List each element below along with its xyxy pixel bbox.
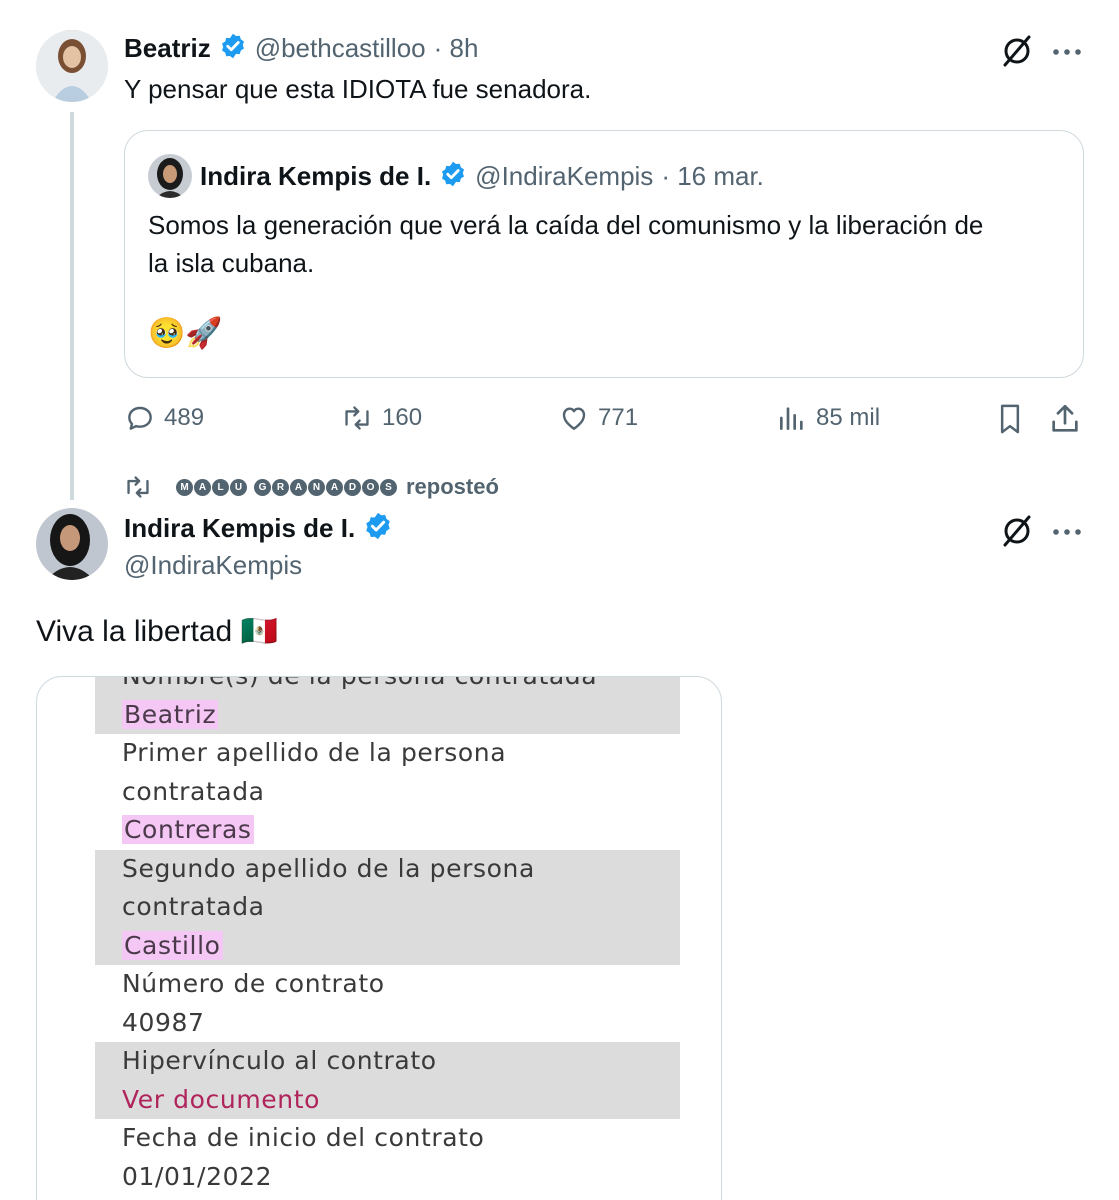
doc-row-segundo-apellido: Segundo apellido de la persona contratad… [95, 849, 680, 965]
quote-header: Indira Kempis de I. @IndiraKempis · 16 m… [200, 158, 764, 194]
mexico-flag-emoji: 🇲🇽 [240, 615, 278, 648]
avatar-photo [148, 154, 192, 198]
tweet2-text: Viva la libertad [36, 615, 233, 648]
like-count: 771 [598, 404, 639, 431]
repost-count: 160 [382, 404, 423, 431]
doc-row-nombre: Nombre(s) de la persona contratada Beatr… [95, 677, 680, 734]
doc-value-highlighted: Contreras [122, 815, 254, 844]
tweet1-text: Y pensar que esta IDIOTA fue senadora. [124, 74, 592, 104]
doc-row-numero-contrato: Número de contrato 40987 [95, 965, 680, 1042]
reposter-name[interactable]: MALUGRANADOS [176, 478, 398, 496]
doc-row-fecha-inicio: Fecha de inicio del contrato 01/01/2022 [95, 1119, 680, 1196]
reposter-name-letter: R [272, 478, 289, 496]
reposter-name-letter: A [326, 478, 343, 496]
reply-count: 489 [164, 404, 205, 431]
tweet1-author-name[interactable]: Beatriz [124, 33, 211, 64]
reposter-name-letter: N [308, 478, 325, 496]
more-options-icon[interactable] [1052, 44, 1082, 55]
quote-author-name[interactable]: Indira Kempis de I. [200, 161, 431, 192]
quote-text-line-1: Somos la generación que verá la caída de… [148, 210, 984, 240]
tweet2-header: Indira Kempis de I. [124, 510, 393, 546]
bookmark-icon[interactable] [994, 402, 1026, 441]
repost-button[interactable]: 160 [340, 402, 422, 434]
avatar-beatriz[interactable] [36, 30, 108, 102]
quote-timestamp: · 16 mar. [661, 160, 764, 191]
quote-handle: @IndiraKempis [475, 160, 654, 191]
verified-badge-icon [439, 160, 467, 193]
doc-label: Segundo apellido de la persona [122, 853, 535, 883]
quote-text-line-2: la isla cubana. [148, 248, 315, 278]
tweet1-header: Beatriz @bethcastilloo · 8h [124, 30, 478, 66]
reposter-name-letter: D [344, 478, 361, 496]
thread-connector-line [70, 112, 74, 500]
quote-emojis: 🥹🚀 [148, 317, 223, 350]
reposter-name-letter: A [290, 478, 307, 496]
document-table: Nombre(s) de la persona contratada Beatr… [95, 677, 680, 1196]
quote-avatar[interactable] [148, 154, 192, 198]
tweet2-handle[interactable]: @IndiraKempis [124, 548, 302, 582]
reposter-name-letter: G [254, 478, 271, 496]
analytics-icon [780, 407, 803, 430]
heart-icon [562, 407, 586, 430]
tweet2-author-name[interactable]: Indira Kempis de I. [124, 513, 355, 544]
reposter-name-letter: A [194, 478, 211, 496]
reply-icon [128, 406, 152, 430]
share-icon[interactable] [1048, 402, 1082, 441]
doc-label: Número de contrato [122, 969, 385, 998]
doc-value-highlighted: Castillo [122, 930, 223, 960]
reposter-name-letter: S [380, 478, 397, 496]
views-button[interactable]: 85 mil [776, 402, 880, 434]
avatar-photo [36, 508, 108, 580]
doc-row-hipervinculo: Hipervínculo al contrato Ver documento [95, 1042, 680, 1119]
doc-value: 01/01/2022 [122, 1161, 273, 1191]
tweet1-handle[interactable]: @bethcastilloo [255, 33, 426, 64]
reposter-name-letter: O [362, 478, 379, 496]
doc-label: Hipervínculo al contrato [122, 1046, 437, 1075]
repost-context-bar: MALUGRANADOS reposteó [122, 474, 499, 500]
verified-badge-icon [363, 511, 393, 546]
avatar-photo [36, 30, 108, 102]
reposter-name-letter: L [212, 478, 229, 496]
repost-icon [127, 476, 149, 498]
repost-icon [345, 406, 369, 430]
tweet2-text-block: Viva la libertad 🇲🇽 [36, 612, 278, 652]
quote-text: Somos la generación que verá la caída de… [148, 206, 983, 282]
more-options-icon[interactable] [1052, 524, 1082, 535]
doc-label: Primer apellido de la persona [122, 738, 507, 767]
doc-row-primer-apellido: Primer apellido de la persona contratada… [95, 734, 680, 850]
doc-label: contratada [122, 892, 265, 921]
tweet1-timestamp[interactable]: · 8h [434, 33, 479, 64]
doc-value-highlighted: Beatriz [122, 699, 219, 729]
grok-icon[interactable] [1000, 514, 1034, 548]
like-button[interactable]: 771 [558, 402, 638, 434]
doc-label: Fecha de inicio del contrato [122, 1123, 485, 1152]
reposted-label: reposteó [406, 474, 499, 499]
reposter-name-letter: M [176, 478, 193, 496]
views-count: 85 mil [816, 404, 881, 431]
doc-label: contratada [122, 776, 265, 806]
grok-icon[interactable] [1000, 34, 1034, 68]
verified-badge-icon [219, 32, 247, 65]
reply-button[interactable]: 489 [124, 402, 204, 434]
doc-link-ver-documento: Ver documento [122, 1084, 320, 1114]
doc-value: 40987 [122, 1007, 205, 1037]
attached-document-image[interactable]: Nombre(s) de la persona contratada Beatr… [36, 676, 722, 1200]
avatar-indira[interactable] [36, 508, 108, 580]
reposter-name-letter: U [230, 478, 247, 496]
doc-label: Nombre(s) de la persona contratada [122, 677, 680, 696]
